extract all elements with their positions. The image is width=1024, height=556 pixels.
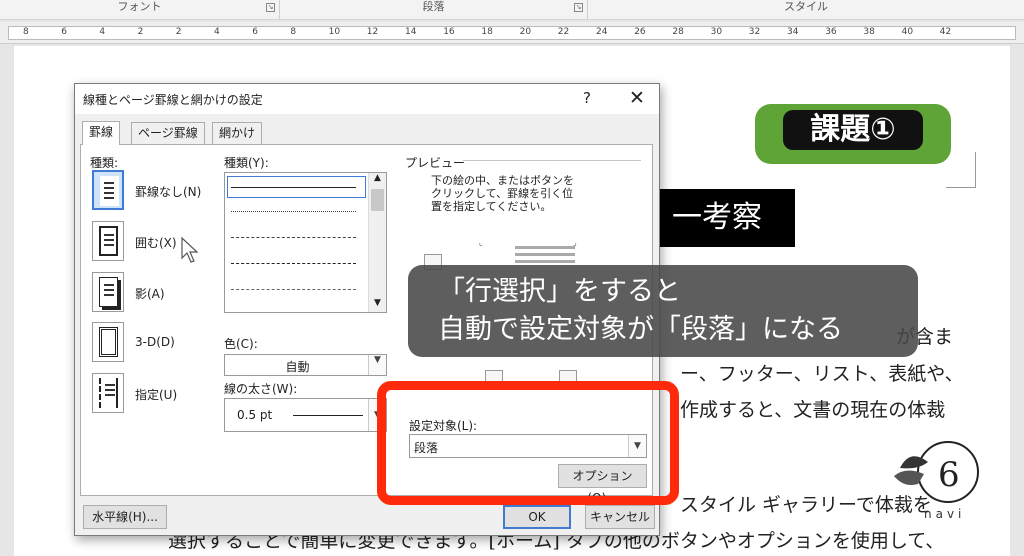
ok-button[interactable]: OK	[503, 505, 571, 529]
selected-heading: 一考察	[660, 189, 795, 247]
preview-label: プレビュー	[405, 156, 466, 170]
ruler-tick-label: 2	[137, 27, 144, 37]
scroll-down-arrow-icon[interactable]: ▼	[369, 298, 386, 312]
ruler-tick-label: 2	[175, 27, 182, 37]
line-width-sample	[293, 415, 363, 416]
ruler-tick-label: 20	[519, 27, 532, 37]
mouse-pointer-icon	[181, 236, 199, 263]
ruler-tick-label: 6	[61, 27, 67, 37]
help-button[interactable]: ?	[577, 89, 597, 107]
ruler-tick-label: 26	[634, 27, 646, 37]
dialog-title: 線種とページ罫線と網かけの設定	[83, 93, 263, 107]
ruler-tick-label: 10	[328, 27, 341, 37]
ribbon-group-styles: スタイル	[588, 0, 1024, 19]
caption-line-1: 「行選択」をすると	[438, 276, 681, 307]
color-select[interactable]: 自動 ▼	[224, 354, 387, 376]
cancel-button[interactable]: キャンセル	[585, 505, 655, 529]
ruler-tick-label: 4	[214, 27, 220, 37]
logo-text: navi	[924, 507, 965, 521]
setting-3d-label[interactable]: 3-D(D)	[135, 335, 175, 349]
horizontal-line-button[interactable]: 水平線(H)...	[83, 505, 167, 529]
ruler-tick-label: 36	[825, 27, 837, 37]
tab-borders[interactable]: 罫線	[82, 121, 121, 145]
ribbon-group-paragraph: 段落 ↘	[280, 0, 588, 19]
ruler-tick-label: 38	[863, 27, 875, 37]
chevron-down-icon: ▼	[368, 355, 386, 375]
scroll-thumb[interactable]	[371, 189, 384, 211]
ruler-tick-label: 14	[405, 27, 417, 37]
setting-none-button[interactable]	[92, 170, 124, 210]
color-label: 色(C):	[224, 337, 258, 351]
line-style-scrollbar[interactable]: ▲ ▼	[368, 173, 386, 312]
close-button[interactable]: ✕	[625, 87, 649, 109]
page-shadow-border-icon	[99, 277, 118, 307]
site-logo: 6 navi	[894, 441, 979, 521]
ruler-strip: 8 6 4 2 2 4 6 8 10 12 14 16 18 20 22 24 26 28 30 32 34 36 38 40…	[8, 26, 1016, 40]
document-text-line: 作成すると、文書の現在の体裁	[680, 399, 946, 421]
line-style-dash-dot[interactable]	[231, 289, 356, 290]
setting-box-label[interactable]: 囲む(X)	[135, 234, 177, 251]
tab-page-border[interactable]: ページ罫線	[131, 122, 205, 144]
ruler-tick-label: 32	[748, 27, 761, 37]
ruler-tick-label: 8	[23, 27, 29, 37]
ribbon-group-bar: フォント ↘ 段落 ↘ スタイル	[0, 0, 1024, 20]
ruler-tick-label: 24	[596, 27, 608, 37]
style-label: 種類(Y):	[224, 156, 269, 170]
setting-shadow-button[interactable]	[92, 272, 124, 312]
setting-none-label[interactable]: 罫線なし(N)	[135, 183, 201, 200]
svg-text:6: 6	[938, 455, 960, 495]
ruler-tick-label: 40	[901, 27, 914, 37]
document-text-line: ー、フッター、リスト、表紙や、	[680, 363, 964, 385]
ruler-tick-label: 4	[99, 27, 106, 37]
ruler-tick-label: 30	[710, 27, 723, 37]
ruler-tick-label: 12	[366, 27, 379, 37]
ruler-tick-label: 8	[290, 27, 297, 37]
ribbon-group-font-label: フォント	[117, 0, 162, 13]
line-style-long-dash[interactable]	[231, 263, 356, 264]
title-badge-text: 課題①	[783, 110, 923, 150]
page-no-border-icon	[100, 176, 119, 206]
dialog-titlebar[interactable]: 線種とページ罫線と網かけの設定 ? ✕	[75, 84, 659, 114]
setting-label: 種類:	[90, 156, 119, 170]
page-box-border-icon	[99, 226, 118, 256]
setting-3d-button[interactable]	[92, 322, 124, 362]
color-value: 自動	[285, 360, 310, 374]
ruler-tick-label: 28	[672, 27, 684, 37]
page-custom-border-icon	[99, 378, 118, 408]
ruler-tick-label: 18	[481, 27, 493, 37]
page-3d-border-icon	[99, 327, 118, 357]
setting-shadow-label[interactable]: 影(A)	[135, 285, 165, 302]
setting-custom-button[interactable]	[92, 373, 124, 413]
line-style-solid[interactable]	[231, 187, 356, 188]
layout-bracket-mark	[946, 152, 976, 188]
line-style-dotted[interactable]	[231, 211, 356, 212]
line-style-dashed[interactable]	[231, 237, 356, 238]
preview-separator	[463, 160, 641, 161]
ruler-tick-label: 16	[443, 27, 455, 37]
paragraph-dialog-launcher-icon[interactable]: ↘	[574, 3, 583, 12]
setting-custom-label[interactable]: 指定(U)	[135, 386, 177, 403]
ribbon-group-paragraph-label: 段落	[422, 0, 445, 13]
ribbon-group-styles-label: スタイル	[784, 0, 828, 13]
caption-line-2: 自動で設定対象が「段落」になる	[438, 314, 843, 345]
preview-hint: 下の絵の中、またはボタンを クリックして、罫線を引く位 置を指定してください。	[431, 174, 574, 213]
ribbon-group-font: フォント ↘	[0, 0, 280, 19]
line-width-select[interactable]: 0.5 pt ▼	[224, 398, 387, 432]
line-width-label: 線の太さ(W):	[224, 382, 298, 396]
ruler-tick-label: 34	[787, 27, 799, 37]
highlight-frame	[377, 381, 679, 505]
horizontal-ruler[interactable]: 8 6 4 2 2 4 6 8 10 12 14 16 18 20 22 24 26 28 30 32 34 36 38 40…	[0, 22, 1024, 44]
ruler-tick-label: 6	[252, 27, 258, 37]
line-width-value: 0.5 pt	[237, 408, 273, 422]
ruler-tick-label: 22	[557, 27, 570, 37]
scroll-up-arrow-icon[interactable]: ▲	[369, 173, 386, 187]
font-dialog-launcher-icon[interactable]: ↘	[266, 3, 275, 12]
caption-overlay: 「行選択」をすると 自動で設定対象が「段落」になる	[408, 265, 918, 357]
setting-box-button[interactable]	[92, 221, 124, 261]
line-style-list[interactable]: ▲ ▼	[224, 172, 387, 313]
title-badge: 課題①	[755, 104, 951, 164]
tab-shading[interactable]: 網かけ	[212, 122, 263, 144]
ruler-tick-label: 42	[939, 27, 952, 37]
